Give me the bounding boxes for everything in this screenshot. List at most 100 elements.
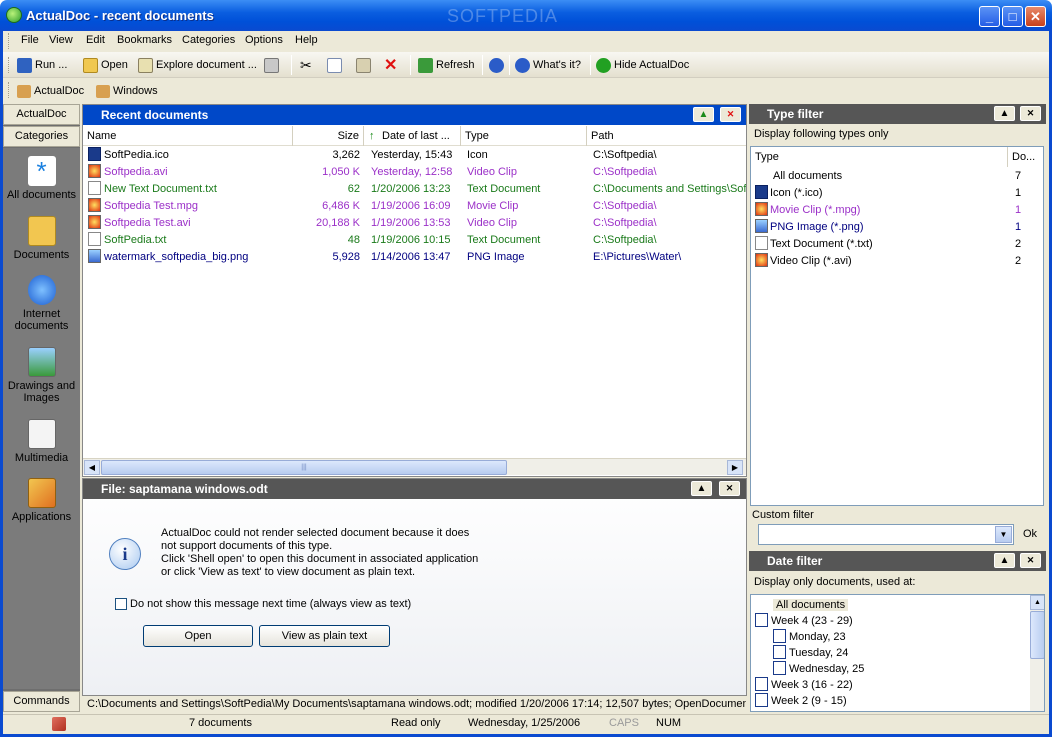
explore-button[interactable]: Explore document ... — [138, 57, 257, 73]
date-vertical-scrollbar[interactable]: ▲ — [1030, 595, 1044, 711]
table-row[interactable]: watermark_softpedia_big.png 5,928 1/14/200… — [83, 249, 746, 266]
cell-path: C:\Softpedia\ — [593, 232, 746, 249]
tab-categories[interactable]: Categories — [3, 126, 80, 147]
column-name[interactable]: Name — [83, 126, 293, 146]
video-icon — [88, 164, 101, 178]
dont-show-checkbox[interactable] — [115, 598, 127, 610]
table-row[interactable]: SoftPedia.txt 48 1/19/2006 10:15 Text Docum… — [83, 232, 746, 249]
menu-file[interactable]: File — [21, 34, 39, 46]
status-num: NUM — [656, 717, 682, 729]
date-item[interactable]: Week 2 (9 - 15) — [755, 693, 995, 709]
date-filter-collapse-button[interactable]: ▲ — [994, 553, 1015, 568]
menu-help[interactable]: Help — [295, 34, 318, 46]
table-row[interactable]: SoftPedia.ico 3,262 Yesterday, 15:43 Icon C:… — [83, 147, 746, 164]
table-row[interactable]: Softpedia.avi 1,050 K Yesterday, 12:58 Vide… — [83, 164, 746, 181]
recent-documents-list: SoftPedia.ico 3,262 Yesterday, 15:43 Icon C:… — [83, 147, 746, 457]
date-scroll-thumb[interactable] — [1030, 611, 1044, 659]
category-documents[interactable]: Documents — [3, 216, 80, 261]
cell-text: Icon — [467, 149, 488, 161]
horizontal-scrollbar[interactable]: ◀ ||| ▶ — [83, 458, 746, 475]
type-row[interactable]: Text Document (*.txt) 2 — [751, 236, 1043, 253]
menu-view[interactable]: View — [49, 34, 73, 46]
date-item[interactable]: Week 4 (23 - 29) — [755, 613, 995, 629]
category-multimedia[interactable]: Multimedia — [3, 419, 80, 464]
file-panel-close-button[interactable]: ✕ — [719, 481, 740, 496]
column-type[interactable]: Type — [461, 126, 587, 146]
png-icon — [755, 219, 768, 233]
chevron-down-icon[interactable]: ▼ — [995, 526, 1012, 543]
table-row[interactable]: New Text Document.txt 62 1/20/2006 13:23 Te… — [83, 181, 746, 198]
whatsit-button[interactable]: What's it? — [515, 57, 581, 73]
date-item[interactable]: Monday, 23 — [773, 629, 1013, 645]
type-filter-close-button[interactable]: ✕ — [1020, 106, 1041, 121]
type-filter-collapse-button[interactable]: ▲ — [994, 106, 1015, 121]
cut-button[interactable]: ✂ — [300, 57, 312, 73]
type-row[interactable]: Icon (*.ico) 1 — [751, 185, 1043, 202]
run-button[interactable]: Run ... — [17, 57, 67, 73]
type-row[interactable]: PNG Image (*.png) 1 — [751, 219, 1043, 236]
cell-text: 3,262 — [332, 149, 360, 161]
recent-documents-panel: Recent documents ▲ ✕ Name Size ↑ Date of … — [82, 104, 747, 477]
panel-collapse-button[interactable]: ▲ — [693, 107, 714, 122]
table-row[interactable]: Softpedia Test.avi 20,188 K 1/19/2006 13:5… — [83, 215, 746, 232]
paste-button[interactable] — [356, 57, 371, 73]
column-size[interactable]: Size — [293, 126, 364, 146]
date-item[interactable]: All documents — [755, 597, 995, 613]
open-document-button[interactable]: Open — [143, 625, 253, 647]
menu-categories[interactable]: Categories — [182, 34, 235, 46]
dont-show-label[interactable]: Do not show this message next time (alwa… — [130, 598, 411, 610]
delete-button[interactable]: ✕ — [384, 57, 397, 74]
title-bar[interactable]: ActualDoc - recent documents SOFTPEDIA _… — [0, 0, 1052, 31]
print-button[interactable] — [264, 57, 279, 73]
menu-options[interactable]: Options — [245, 34, 283, 46]
category-drawings-images[interactable]: Drawings and Images — [3, 347, 80, 404]
type-row[interactable]: Movie Clip (*.mpg) 1 — [751, 202, 1043, 219]
open-label: Open — [101, 59, 128, 71]
docs-column-header[interactable]: Do... — [1008, 147, 1043, 167]
scroll-left-icon[interactable]: ◀ — [84, 460, 100, 475]
file-panel-collapse-button[interactable]: ▲ — [691, 481, 712, 496]
column-date[interactable]: ↑ Date of last ... — [364, 126, 461, 146]
type-row[interactable]: Video Clip (*.avi) 2 — [751, 253, 1043, 270]
bookmark-windows[interactable]: Windows — [96, 83, 158, 99]
type-label: Movie Clip (*.mpg) — [770, 204, 861, 216]
date-item[interactable]: Wednesday, 25 — [773, 661, 1013, 677]
category-internet-documents[interactable]: Internet documents — [3, 275, 80, 332]
date-filter-close-button[interactable]: ✕ — [1020, 553, 1041, 568]
cell-name: Softpedia Test.avi — [88, 215, 293, 232]
category-label: Drawings and Images — [7, 380, 76, 404]
type-row[interactable]: All documents 7 — [751, 168, 1043, 185]
custom-filter-input[interactable]: ▼ — [758, 524, 1014, 545]
custom-filter-ok[interactable]: Ok — [1023, 528, 1037, 540]
type-column-header[interactable]: Type — [751, 147, 1008, 167]
table-row[interactable]: Softpedia Test.mpg 6,486 K 1/19/2006 16:09… — [83, 198, 746, 215]
category-applications[interactable]: Applications — [3, 478, 80, 523]
date-item[interactable]: Tuesday, 24 — [773, 645, 1013, 661]
help-button[interactable] — [489, 57, 504, 73]
bookmark-actualdoc[interactable]: ActualDoc — [17, 83, 84, 99]
hide-actualdoc-button[interactable]: Hide ActualDoc — [596, 57, 689, 73]
cell-path: C:\Softpedia\ — [593, 198, 746, 215]
menu-bookmarks[interactable]: Bookmarks — [117, 34, 172, 46]
whatsit-label: What's it? — [533, 59, 581, 71]
scroll-right-icon[interactable]: ▶ — [727, 460, 743, 475]
refresh-button[interactable]: Refresh — [418, 57, 475, 73]
cell-text: 1/19/2006 10:15 — [371, 234, 451, 246]
category-all-documents[interactable]: * All documents — [3, 156, 80, 201]
column-path[interactable]: Path — [587, 126, 746, 146]
menu-edit[interactable]: Edit — [86, 34, 105, 46]
scroll-thumb[interactable]: ||| — [101, 460, 507, 475]
open-button[interactable]: Open — [83, 57, 128, 73]
type-label: Icon (*.ico) — [770, 187, 823, 199]
view-as-text-button[interactable]: View as plain text — [259, 625, 390, 647]
minimize-button[interactable]: _ — [979, 6, 1000, 27]
date-item[interactable]: Week 3 (16 - 22) — [755, 677, 995, 693]
file-preview-panel: File: saptamana windows.odt ▲ ✕ i Actual… — [82, 478, 747, 696]
tab-actualdoc[interactable]: ActualDoc — [3, 104, 80, 125]
copy-button[interactable] — [327, 57, 342, 73]
scroll-up-icon[interactable]: ▲ — [1030, 595, 1044, 610]
close-button[interactable]: ✕ — [1025, 6, 1046, 27]
tab-commands[interactable]: Commands — [3, 691, 80, 712]
maximize-button[interactable]: □ — [1002, 6, 1023, 27]
panel-close-button[interactable]: ✕ — [720, 107, 741, 122]
